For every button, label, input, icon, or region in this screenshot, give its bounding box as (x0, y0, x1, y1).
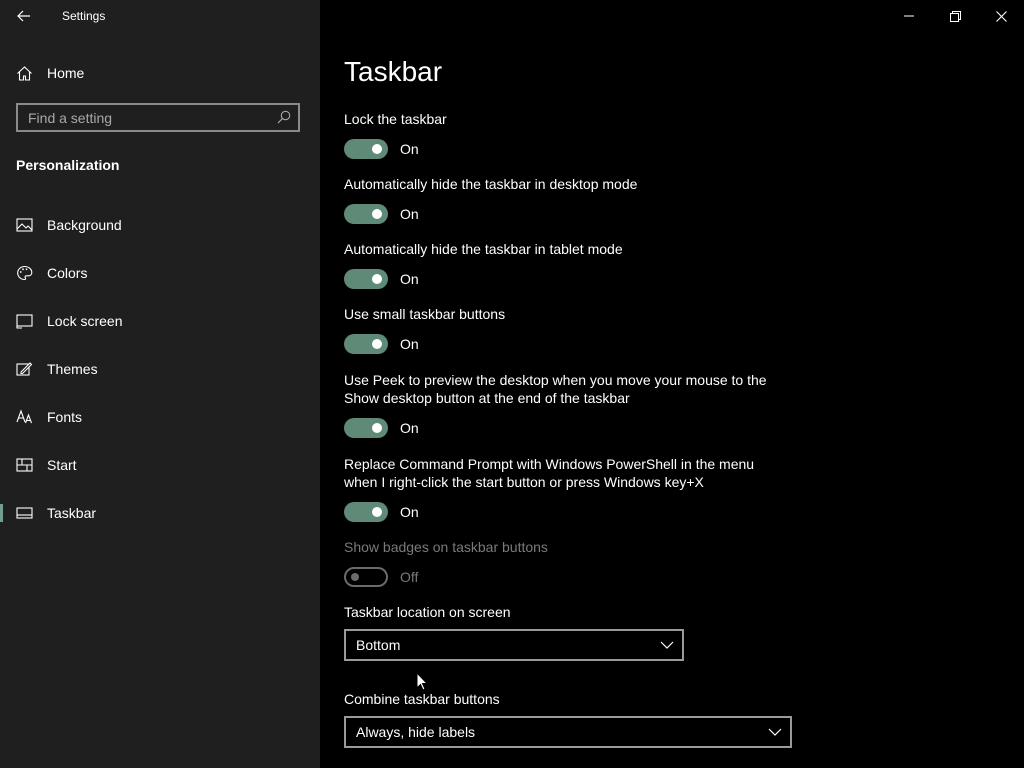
toggle-knob (372, 507, 382, 517)
toggle-knob (372, 209, 382, 219)
restore-button[interactable] (932, 0, 978, 32)
toggle-state: On (400, 336, 419, 352)
fonts-icon (16, 409, 33, 424)
setting-label-badges: Show badges on taskbar buttons (344, 539, 548, 555)
back-button[interactable] (10, 4, 38, 28)
setting-label-peek: Use Peek to preview the desktop when you… (344, 372, 767, 406)
toggle-autohide-desktop[interactable] (344, 204, 388, 224)
toggle-powershell[interactable] (344, 502, 388, 522)
search-input[interactable] (18, 105, 278, 130)
sidebar-item-lock-screen[interactable]: Lock screen (0, 301, 320, 341)
sidebar-item-start[interactable]: Start (0, 445, 320, 485)
search-icon[interactable] (277, 110, 291, 124)
toggle-peek[interactable] (344, 418, 388, 438)
restore-icon (949, 10, 961, 22)
setting-label-autohide-tablet: Automatically hide the taskbar in tablet… (344, 241, 623, 257)
toggle-badges (344, 567, 388, 587)
sidebar-item-label: Lock screen (47, 313, 123, 329)
setting-label-autohide-desktop: Automatically hide the taskbar in deskto… (344, 176, 638, 192)
toggle-knob (372, 339, 382, 349)
start-icon (16, 458, 33, 472)
setting-label-location: Taskbar location on screen (344, 604, 511, 620)
setting-label-powershell: Replace Command Prompt with Windows Powe… (344, 456, 755, 490)
toggle-small-buttons[interactable] (344, 334, 388, 354)
chevron-down-icon (660, 641, 674, 649)
sidebar-item-label: Fonts (47, 409, 83, 425)
sidebar-item-colors[interactable]: Colors (0, 253, 320, 293)
setting-label-combine: Combine taskbar buttons (344, 691, 500, 707)
sidebar-item-label: Background (47, 217, 122, 233)
close-button[interactable] (978, 0, 1024, 32)
toggle-state: On (400, 420, 419, 436)
selected-indicator (0, 504, 3, 522)
content-pane: Taskbar Lock the taskbar On Automaticall… (320, 0, 1024, 768)
sidebar-item-label: Taskbar (47, 505, 97, 521)
mouse-cursor-icon (416, 672, 429, 691)
sidebar-item-label: Themes (47, 361, 98, 377)
minimize-icon (904, 15, 914, 17)
section-heading: Personalization (16, 157, 120, 173)
back-arrow-icon (17, 10, 30, 22)
toggle-knob (372, 144, 382, 154)
sidebar-item-fonts[interactable]: Fonts (0, 397, 320, 437)
lock-screen-icon (16, 314, 33, 329)
sidebar-item-label: Colors (47, 265, 88, 281)
toggle-state: On (400, 141, 419, 157)
taskbar-icon (16, 507, 33, 519)
toggle-knob (372, 274, 382, 284)
dropdown-value: Bottom (356, 637, 401, 653)
toggle-state: On (400, 206, 419, 222)
setting-label-lock-taskbar: Lock the taskbar (344, 111, 447, 127)
toggle-knob (351, 573, 359, 581)
chevron-down-icon (768, 728, 782, 736)
taskbar-location-dropdown[interactable]: Bottom (344, 629, 684, 661)
sidebar-item-themes[interactable]: Themes (0, 349, 320, 389)
sidebar-item-background[interactable]: Background (0, 205, 320, 245)
toggle-lock-taskbar[interactable] (344, 139, 388, 159)
toggle-state: On (400, 504, 419, 520)
home-nav-item[interactable]: Home (0, 57, 320, 89)
palette-icon (17, 265, 33, 281)
minimize-button[interactable] (886, 0, 932, 32)
search-box[interactable] (16, 103, 300, 132)
themes-icon (16, 362, 33, 376)
toggle-state: On (400, 271, 419, 287)
app-title: Settings (62, 9, 106, 23)
page-title: Taskbar (344, 56, 443, 87)
close-icon (995, 10, 1007, 22)
image-icon (16, 218, 33, 232)
sidebar-item-taskbar[interactable]: Taskbar (0, 493, 320, 533)
dropdown-value: Always, hide labels (356, 724, 476, 740)
combine-buttons-dropdown[interactable]: Always, hide labels (344, 716, 792, 748)
toggle-state: Off (400, 569, 419, 585)
sidebar-item-label: Start (47, 457, 77, 473)
setting-label-small-buttons: Use small taskbar buttons (344, 306, 506, 322)
sidebar: Settings Home Personalization Background… (0, 0, 320, 768)
home-label: Home (47, 65, 85, 81)
home-icon (17, 66, 32, 81)
toggle-knob (372, 423, 382, 433)
toggle-autohide-tablet[interactable] (344, 269, 388, 289)
